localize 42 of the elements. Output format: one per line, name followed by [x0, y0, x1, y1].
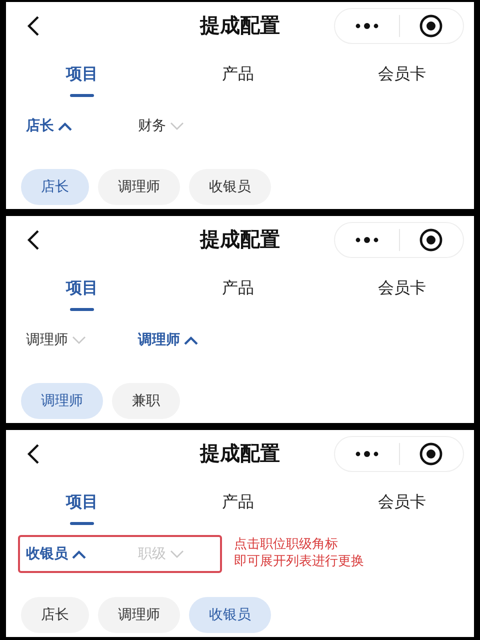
role-chip[interactable]: 调理师 — [98, 169, 180, 205]
role-chip[interactable]: 收银员 — [189, 597, 271, 633]
more-icon[interactable] — [354, 236, 379, 244]
tab[interactable]: 项目 — [66, 64, 98, 97]
target-icon[interactable] — [419, 442, 444, 466]
role-chip[interactable]: 收银员 — [189, 169, 271, 205]
dropdown[interactable]: 店长 — [26, 117, 138, 135]
back-icon[interactable] — [26, 229, 40, 251]
chevron-up-icon — [184, 336, 198, 344]
target-icon[interactable] — [419, 228, 444, 252]
tab[interactable]: 会员卡 — [378, 64, 426, 97]
hint-text: 即可展开列表进行更换 — [234, 553, 364, 570]
back-icon[interactable] — [26, 15, 40, 37]
chevron-down-icon — [170, 550, 184, 558]
tab[interactable]: 会员卡 — [378, 278, 426, 311]
target-icon[interactable] — [419, 14, 444, 38]
chevron-up-icon — [58, 122, 72, 130]
back-icon[interactable] — [26, 443, 40, 465]
role-chip[interactable]: 兼职 — [112, 383, 180, 419]
chevron-up-icon — [72, 550, 86, 558]
chevron-down-icon — [72, 336, 86, 344]
dropdown[interactable]: 收银员 — [26, 545, 138, 563]
tab[interactable]: 产品 — [222, 492, 254, 525]
more-icon[interactable] — [354, 22, 379, 30]
page-title: 提成配置 — [200, 440, 280, 467]
chevron-down-icon — [170, 122, 184, 130]
tab[interactable]: 产品 — [222, 64, 254, 97]
tab[interactable]: 产品 — [222, 278, 254, 311]
page-title: 提成配置 — [200, 12, 280, 39]
tab[interactable]: 会员卡 — [378, 492, 426, 525]
page-title: 提成配置 — [200, 226, 280, 253]
role-chip[interactable]: 调理师 — [21, 383, 103, 419]
dropdown[interactable]: 调理师 — [138, 331, 198, 349]
role-chip[interactable]: 调理师 — [98, 597, 180, 633]
tab[interactable]: 项目 — [66, 278, 98, 311]
dropdown[interactable]: 财务 — [138, 117, 184, 135]
tab[interactable]: 项目 — [66, 492, 98, 525]
dropdown[interactable]: 调理师 — [26, 331, 138, 349]
role-chip[interactable]: 店长 — [21, 169, 89, 205]
hint-text: 点击职位职级角标 — [234, 536, 339, 553]
role-chip[interactable]: 店长 — [21, 597, 89, 633]
more-icon[interactable] — [354, 450, 379, 458]
